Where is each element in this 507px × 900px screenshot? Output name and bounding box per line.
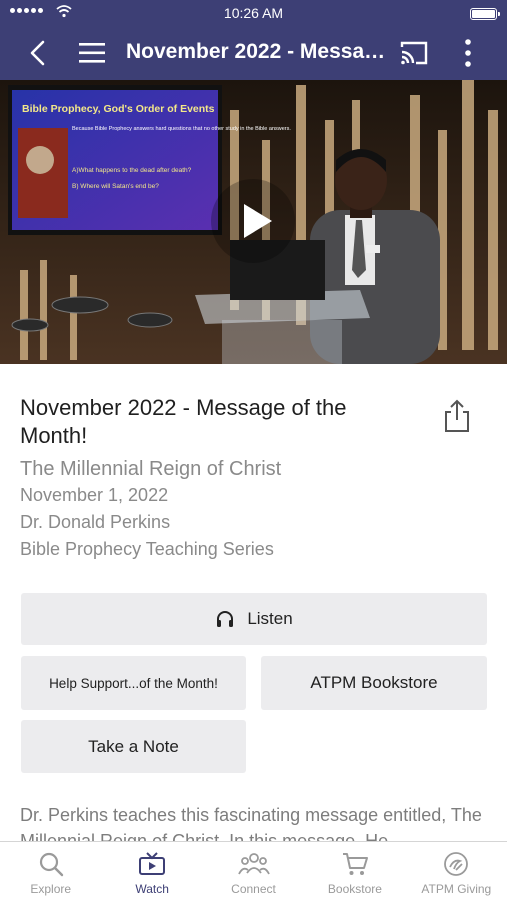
- battery-icon: [470, 8, 500, 20]
- search-icon: [39, 852, 63, 877]
- message-date: November 1, 2022: [20, 485, 169, 505]
- message-speaker: Dr. Donald Perkins: [20, 512, 171, 532]
- video-player[interactable]: Bible Prophecy, God's Order of Events Be…: [0, 80, 507, 364]
- video-thumbnail: Bible Prophecy, God's Order of Events Be…: [0, 80, 507, 364]
- message-title: November 2022 - Message of the Month!: [20, 395, 347, 448]
- top-navigation-bar: November 2022 - Message of the Month!: [0, 26, 507, 80]
- slide-text: Because Bible Prophecy answers hard ques…: [72, 126, 291, 132]
- tab-bookstore[interactable]: Bookstore: [304, 842, 405, 900]
- hamburger-menu-icon[interactable]: [76, 38, 108, 68]
- cart-icon: [342, 853, 368, 875]
- slide-question-1: A)What happens to the dead after death?: [72, 167, 192, 174]
- people-icon: [237, 853, 270, 875]
- back-arrow-icon[interactable]: [24, 38, 54, 68]
- tv-icon: [139, 852, 166, 875]
- message-subtitle: The Millennial Reign of Christ: [20, 458, 282, 480]
- tab-bookstore-label: Bookstore: [327, 882, 382, 896]
- tab-explore[interactable]: Explore: [0, 842, 101, 900]
- tab-watch[interactable]: Watch: [101, 842, 202, 900]
- play-button[interactable]: [211, 179, 295, 263]
- bottom-tab-bar: Explore Watch Connect Bookstore ATPM Giv…: [0, 841, 507, 900]
- bookstore-label: ATPM Bookstore: [310, 673, 438, 692]
- tab-giving-label: ATPM Giving: [421, 882, 492, 896]
- status-time: 10:26 AM: [223, 5, 284, 21]
- take-note-button[interactable]: Take a Note: [21, 720, 246, 773]
- take-note-label: Take a Note: [88, 736, 179, 756]
- slide-question-2: B) Where will Satan's end be?: [72, 183, 159, 190]
- message-description: Dr. Perkins teaches this fascinating mes…: [20, 805, 482, 846]
- message-series: Bible Prophecy Teaching Series: [20, 539, 274, 559]
- giving-icon: [444, 852, 469, 876]
- tab-watch-label: Watch: [135, 882, 169, 896]
- headphones-icon: [217, 611, 234, 627]
- more-options-icon[interactable]: [455, 37, 481, 69]
- tab-giving[interactable]: ATPM Giving: [406, 842, 507, 900]
- tab-explore-label: Explore: [30, 882, 72, 896]
- share-icon[interactable]: [440, 398, 474, 434]
- slide-body: Because Bible Prophecy answers hard ques…: [72, 126, 291, 132]
- page-title: November 2022 - Message of the Month!: [126, 40, 386, 63]
- tab-connect-label: Connect: [231, 882, 276, 896]
- bookstore-button[interactable]: ATPM Bookstore: [261, 656, 487, 710]
- cast-icon[interactable]: [398, 38, 430, 68]
- help-support-label: Help Support...of the Month!: [49, 675, 218, 691]
- listen-button[interactable]: Listen: [21, 593, 487, 645]
- tab-connect[interactable]: Connect: [203, 842, 304, 900]
- help-support-button[interactable]: Help Support...of the Month!: [21, 656, 246, 710]
- listen-label: Listen: [247, 609, 293, 628]
- status-bar: 10:26 AM: [0, 0, 507, 26]
- slide-title: Bible Prophecy, God's Order of Events: [22, 103, 215, 115]
- message-details: November 2022 - Message of the Month! Th…: [20, 394, 440, 563]
